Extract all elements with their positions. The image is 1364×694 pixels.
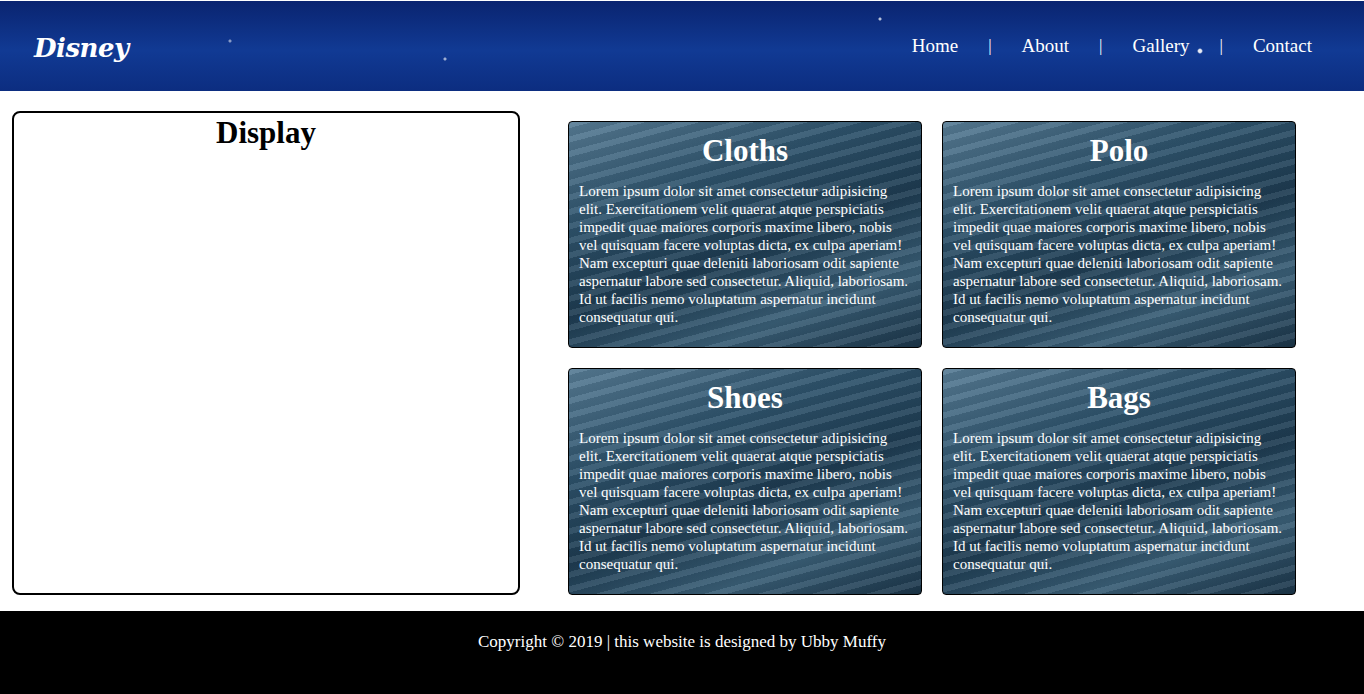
nav-separator: | — [1099, 36, 1102, 56]
product-card[interactable]: Polo Lorem ipsum dolor sit amet consectet… — [942, 121, 1296, 348]
card-text: Lorem ipsum dolor sit amet consectetur a… — [579, 429, 911, 573]
main: Display Cloths Lorem ipsum dolor sit amet … — [0, 91, 1364, 611]
footer: Copyright © 2019 | this website is desig… — [0, 611, 1364, 694]
card-text: Lorem ipsum dolor sit amet consectetur a… — [953, 429, 1285, 573]
card-title: Shoes — [579, 379, 911, 417]
logo[interactable]: Disney — [34, 29, 129, 63]
product-card[interactable]: Cloths Lorem ipsum dolor sit amet consect… — [568, 121, 922, 348]
card-title: Cloths — [579, 132, 911, 170]
header: Disney Home | About | Gallery | Contact — [0, 1, 1364, 91]
product-card[interactable]: Shoes Lorem ipsum dolor sit amet consecte… — [568, 368, 922, 595]
nav-link[interactable]: Gallery — [1133, 35, 1190, 57]
display-title: Display — [14, 115, 518, 151]
nav-link[interactable]: Contact — [1253, 35, 1312, 57]
card-grid: Cloths Lorem ipsum dolor sit amet consect… — [568, 121, 1296, 595]
display-panel: Display — [12, 111, 520, 595]
nav-link[interactable]: Home — [912, 35, 958, 57]
nav-link[interactable]: About — [1022, 35, 1070, 57]
footer-text: Copyright © 2019 | this website is desig… — [478, 632, 886, 694]
product-card[interactable]: Bags Lorem ipsum dolor sit amet consectet… — [942, 368, 1296, 595]
card-text: Lorem ipsum dolor sit amet consectetur a… — [579, 182, 911, 326]
nav-separator: | — [1219, 36, 1222, 56]
nav-separator: | — [988, 36, 991, 56]
nav: Home | About | Gallery | Contact — [912, 35, 1312, 57]
card-title: Polo — [953, 132, 1285, 170]
card-title: Bags — [953, 379, 1285, 417]
card-text: Lorem ipsum dolor sit amet consectetur a… — [953, 182, 1285, 326]
